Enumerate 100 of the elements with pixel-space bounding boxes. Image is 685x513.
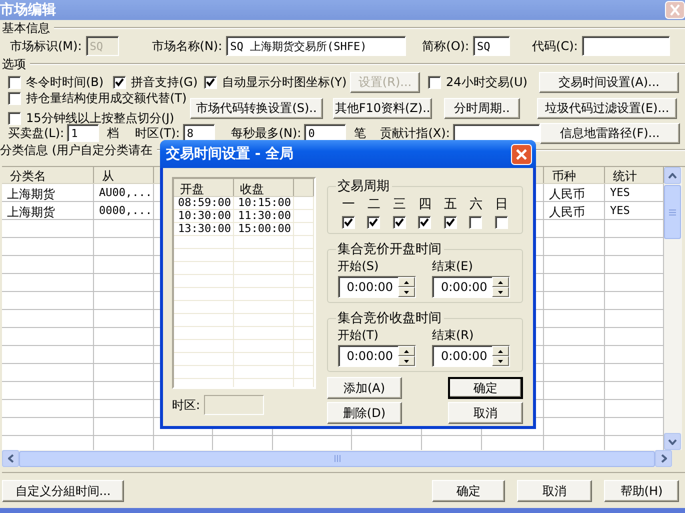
up-triangle-icon (498, 350, 503, 352)
column-header[interactable]: 统计 (605, 167, 664, 183)
field-label: 简称(O): (422, 38, 470, 54)
table-cell-text: 0000,... (98, 203, 153, 219)
checkbox[interactable] (8, 76, 21, 88)
time-spinner[interactable]: 0:00:00 (338, 345, 416, 367)
close-button[interactable] (511, 144, 532, 164)
checkbox-label: 拼音支持(G) (131, 74, 198, 90)
checkbox[interactable] (113, 76, 126, 88)
checkbox[interactable] (392, 216, 406, 229)
checkbox[interactable] (428, 76, 441, 88)
table-cell-text: 上海期货 (6, 204, 56, 220)
vertical-scrollbar[interactable] (664, 167, 682, 450)
spin-down-button[interactable] (492, 356, 509, 366)
day-label: 四 (418, 196, 432, 213)
checkbox[interactable] (367, 216, 380, 229)
down-triangle-icon (404, 290, 409, 294)
checkbox-label: 24小时交易(U) (446, 74, 528, 90)
checkbox-label: 自动显示分时图坐标(Y) (222, 74, 347, 90)
list-cell-text: 10:30:00 (177, 210, 232, 223)
spin-up-button[interactable] (398, 277, 415, 287)
cancel-button[interactable]: 取消 (517, 480, 592, 502)
day-label: 五 (444, 196, 457, 213)
day-label: 一 (342, 196, 355, 213)
code-filter-button[interactable]: 垃圾代码过滤设置(E)... (537, 98, 677, 118)
checkbox[interactable] (469, 216, 482, 229)
delete-button[interactable]: 删除(D) (326, 402, 402, 424)
field-label: 市场名称(N): (152, 38, 222, 54)
time-spinner[interactable]: 0:00:00 (338, 276, 416, 298)
table-cell-text: YES (609, 203, 631, 219)
scroll-left-button[interactable] (2, 450, 19, 467)
checkbox-label: 15分钟线以上按整点切分(J) (26, 110, 174, 126)
info-path-button[interactable]: 信息地雷路径(F)... (540, 122, 680, 144)
table-cell-text: AU00,... (98, 185, 153, 201)
spin-down-button[interactable] (492, 287, 509, 297)
section-label: 分类信息 (用户自定分类请在 (0, 142, 152, 158)
scroll-down-button[interactable] (664, 433, 681, 450)
input-field[interactable] (452, 124, 540, 142)
input-field[interactable]: SQ 上海期货交易所(SHFE) (226, 36, 406, 56)
down-triangle-icon (498, 360, 503, 362)
checkbox-label: 持仓量结构使用成交额代替(T) (26, 90, 187, 106)
trading-hours-button[interactable]: 交易时间设置(A)... (539, 72, 679, 92)
column-header[interactable]: 从 (94, 167, 154, 183)
field-label: 贡献计指(X): (380, 124, 450, 142)
add-button[interactable]: 添加(A) (326, 377, 402, 399)
day-label: 日 (494, 196, 508, 213)
column-header[interactable]: 开盘 (174, 179, 234, 196)
help-button[interactable]: 帮助(H) (604, 480, 679, 502)
spin-up-button[interactable] (492, 346, 509, 356)
input-field[interactable] (204, 395, 264, 415)
column-header[interactable]: 币种 (544, 167, 605, 183)
spin-down-button[interactable] (398, 356, 415, 366)
time-spinner[interactable]: 0:00:00 (432, 276, 510, 298)
f10-data-button[interactable]: 其他F10资料(Z).. (333, 98, 432, 118)
scroll-right-button[interactable] (655, 450, 672, 467)
field-label: 市场标识(M): (10, 38, 82, 54)
input-field[interactable]: 1 (67, 124, 100, 142)
checkbox-label: 冬令时时间(B) (26, 74, 104, 90)
time-period-button[interactable]: 分时周期.. (444, 98, 520, 118)
table-cell-text: 人民币 (548, 186, 586, 202)
group-label: 交易周期 (336, 178, 391, 195)
spin-down-button[interactable] (398, 287, 415, 297)
group-time-button[interactable]: 自定义分組时间... (2, 480, 124, 502)
column-header[interactable]: 分类名 (2, 167, 94, 183)
scroll-up-button[interactable] (664, 167, 681, 184)
cancel-button[interactable]: 取消 (448, 402, 523, 424)
ok-button[interactable]: 确定 (448, 377, 523, 399)
input-field[interactable] (582, 36, 670, 56)
spin-up-button[interactable] (398, 346, 415, 356)
checkbox[interactable] (418, 216, 432, 229)
scroll-thumb[interactable] (664, 185, 681, 239)
down-triangle-icon (404, 360, 409, 362)
session-list[interactable]: 开盘 收盘 08:59:00 10:15:00 10:30:00 11:30:00 13:30:00 15:00:00 (172, 177, 316, 389)
checkbox[interactable] (444, 216, 457, 229)
table-cell-text: 人民币 (548, 204, 586, 220)
field-label: 时区: (172, 396, 200, 414)
code-conversion-button[interactable]: 市场代码转换设置(S).. (190, 98, 323, 118)
spin-up-button[interactable] (492, 277, 509, 287)
up-triangle-icon (404, 350, 409, 352)
column-header[interactable]: 收盘 (234, 179, 294, 196)
checkbox[interactable] (204, 76, 217, 88)
checkbox[interactable] (8, 92, 21, 104)
dialog-title: 交易时间设置 - 全局 (166, 145, 294, 163)
list-cell-text: 15:00:00 (237, 223, 292, 236)
input-field[interactable]: SQ (473, 36, 510, 56)
down-triangle-icon (498, 290, 503, 294)
checkbox[interactable] (494, 216, 508, 229)
section-label: 选项 (2, 56, 26, 72)
list-cell-text: 13:30:00 (177, 223, 232, 236)
field-label: 每秒最多(N): (230, 124, 302, 142)
field-label: 结束(R) (432, 327, 475, 344)
unit-label: 档 (107, 124, 120, 142)
section-label: 基本信息 (2, 20, 50, 36)
table-cell-text: YES (609, 185, 631, 201)
list-cell-text: 10:15:00 (237, 197, 292, 210)
ok-button[interactable]: 确定 (432, 480, 505, 502)
field-label: 买卖盘(L): (8, 124, 64, 142)
checkbox[interactable] (342, 216, 355, 229)
time-spinner[interactable]: 0:00:00 (432, 345, 510, 367)
checkbox[interactable] (8, 112, 21, 124)
